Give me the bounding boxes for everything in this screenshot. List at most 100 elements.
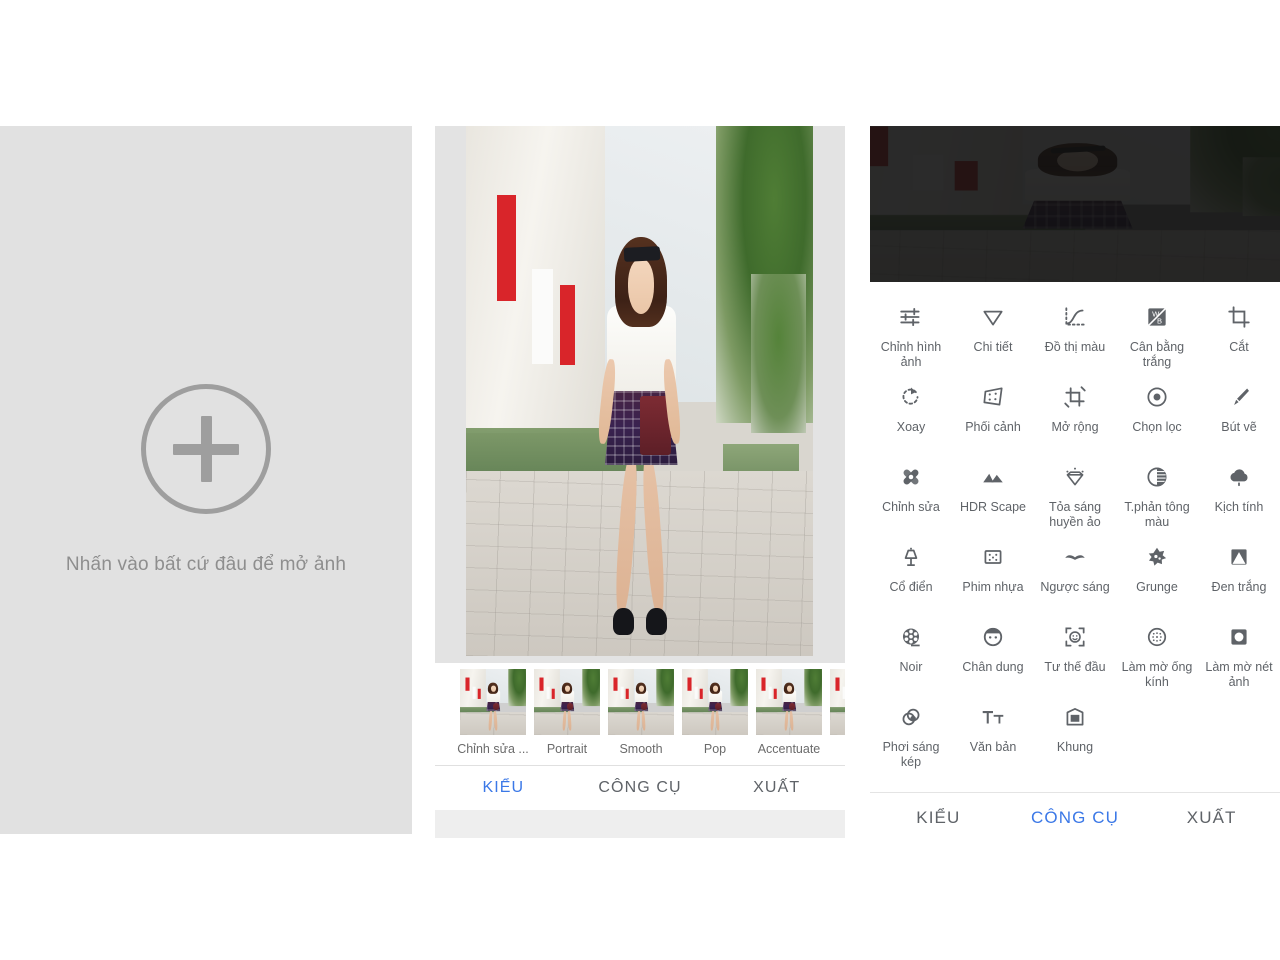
empty-photo-panel[interactable]: Nhấn vào bất cứ đâu để mở ảnh	[0, 126, 412, 834]
screenshot-stage: Nhấn vào bất cứ đâu để mở ảnh Chỉnh sửa …	[0, 0, 1280, 960]
tool-tu-the-dau[interactable]: Tư thế đầu	[1034, 612, 1116, 692]
tool-van-ban[interactable]: Văn bản	[952, 692, 1034, 772]
tool-xoay[interactable]: Xoay	[870, 372, 952, 452]
expand-icon	[1062, 382, 1088, 412]
filter-thumbnail[interactable]	[534, 669, 600, 735]
tool-label: Chi tiết	[973, 340, 1013, 354]
film-reel-icon	[898, 622, 924, 652]
filter-item[interactable]: Fade	[827, 663, 845, 756]
filter-thumbnail[interactable]	[460, 669, 526, 735]
tool-noir[interactable]: Noir	[870, 612, 952, 692]
tab-cong-cu[interactable]: CÔNG CỤ	[1007, 808, 1144, 828]
plus-circle-icon[interactable]	[141, 384, 271, 514]
tool-grunge[interactable]: Grunge	[1116, 532, 1198, 612]
filter-item[interactable]: Chỉnh sửa ...	[457, 663, 529, 756]
tool-label: Tư thế đầu	[1044, 660, 1106, 674]
filter-label: Smooth	[619, 742, 663, 756]
grid-spacer	[1116, 692, 1198, 772]
tools-photo-preview[interactable]	[870, 126, 1280, 282]
tool-toa-sang-huyen-ao[interactable]: Tỏa sáng huyền ảo	[1034, 452, 1116, 532]
photo-preview[interactable]	[466, 126, 813, 656]
filter-thumbnail[interactable]	[608, 669, 674, 735]
tool-label: Làm mờ ống kính	[1121, 660, 1193, 689]
grid-spacer	[1198, 692, 1280, 772]
tool-label: Mở rộng	[1051, 420, 1099, 434]
tab-cong-cu[interactable]: CÔNG CỤ	[572, 779, 709, 797]
tool-phoi-canh[interactable]: Phối cảnh	[952, 372, 1034, 452]
tools-panel: Chỉnh hình ảnh Chi tiết Đồ thị màu W B C…	[870, 126, 1280, 843]
tool-do-thi-mau[interactable]: Đồ thị màu	[1034, 292, 1116, 372]
filter-item[interactable]: Portrait	[531, 663, 603, 756]
text-icon	[980, 702, 1006, 732]
crop-icon	[1226, 302, 1252, 332]
white-balance-icon: W B	[1144, 302, 1170, 332]
healing-patch-icon	[898, 462, 924, 492]
tool-can-bang-trang[interactable]: W B Cân bằng trắng	[1116, 292, 1198, 372]
frame-icon	[1062, 702, 1088, 732]
filter-item[interactable]: Accentuate	[753, 663, 825, 756]
tonal-contrast-icon	[1144, 462, 1170, 492]
tool-chi-tiet[interactable]: Chi tiết	[952, 292, 1034, 372]
head-pose-icon	[1062, 622, 1088, 652]
tool-khung[interactable]: Khung	[1034, 692, 1116, 772]
tool-chan-dung[interactable]: Chân dung	[952, 612, 1034, 692]
tool-label: Cắt	[1229, 340, 1249, 354]
vignette-icon	[1226, 622, 1252, 652]
filter-label: Chỉnh sửa ...	[457, 742, 529, 756]
selective-dot-icon	[1144, 382, 1170, 412]
tool-chon-loc[interactable]: Chọn lọc	[1116, 372, 1198, 452]
filter-thumbnail[interactable]	[756, 669, 822, 735]
tool-co-dien[interactable]: Cổ điển	[870, 532, 952, 612]
filter-thumbnail[interactable]	[682, 669, 748, 735]
curve-graph-icon	[1062, 302, 1088, 332]
drama-cloud-icon	[1226, 462, 1252, 492]
filter-filmstrip[interactable]: Chỉnh sửa ... Portrait Smooth Pop Accent…	[435, 663, 845, 765]
filter-thumbnail[interactable]	[830, 669, 845, 735]
lens-blur-icon	[1144, 622, 1170, 652]
tool-chinh-sua[interactable]: Chỉnh sửa	[870, 452, 952, 532]
tool-tphan-tong-mau[interactable]: T.phản tông màu	[1116, 452, 1198, 532]
tool-lam-mo-ong-kinh[interactable]: Làm mờ ống kính	[1116, 612, 1198, 692]
tool-phim-nhua[interactable]: Phim nhựa	[952, 532, 1034, 612]
filter-label: Accentuate	[757, 742, 821, 756]
tool-lam-mo-net-anh[interactable]: Làm mờ nét ảnh	[1198, 612, 1280, 692]
tool-label: Bút vẽ	[1221, 420, 1257, 434]
tool-den-trang[interactable]: Đen trắng	[1198, 532, 1280, 612]
tab-xuat[interactable]: XUẤT	[708, 779, 845, 797]
tool-nguoc-sang[interactable]: Ngược sáng	[1034, 532, 1116, 612]
tool-label: Phim nhựa	[962, 580, 1024, 594]
mountain-icon	[980, 462, 1006, 492]
filter-item[interactable]: Smooth	[605, 663, 677, 756]
tool-mo-rong[interactable]: Mở rộng	[1034, 372, 1116, 452]
tool-phoi-sang-kep[interactable]: Phơi sáng kép	[870, 692, 952, 772]
tool-label: Phơi sáng kép	[882, 740, 940, 769]
perspective-icon	[980, 382, 1006, 412]
sliders-icon	[898, 302, 924, 332]
tool-cat[interactable]: Cắt	[1198, 292, 1280, 372]
tool-label: Đen trắng	[1211, 580, 1267, 594]
photo-image	[466, 126, 813, 656]
tool-kich-tinh[interactable]: Kịch tính	[1198, 452, 1280, 532]
tab-kieu[interactable]: KIỂU	[435, 779, 572, 797]
brush-icon	[1226, 382, 1252, 412]
tab-kieu[interactable]: KIỂU	[870, 808, 1007, 828]
double-exposure-icon	[898, 702, 924, 732]
tool-label: Grunge	[1136, 580, 1178, 594]
styles-panel: Chỉnh sửa ... Portrait Smooth Pop Accent…	[435, 126, 845, 838]
retrolux-moustache-icon	[1062, 542, 1088, 572]
tool-label: HDR Scape	[960, 500, 1026, 514]
tool-hdr-scape[interactable]: HDR Scape	[952, 452, 1034, 532]
tool-chinh-hinh-anh[interactable]: Chỉnh hình ảnh	[870, 292, 952, 372]
tool-but-ve[interactable]: Bút vẽ	[1198, 372, 1280, 452]
preview-dim-overlay	[870, 126, 1280, 282]
tool-label: Cân bằng trắng	[1129, 340, 1185, 369]
tool-label: Văn bản	[969, 740, 1017, 754]
tool-label: Làm mờ nét ảnh	[1205, 660, 1273, 689]
black-white-icon	[1226, 542, 1252, 572]
tool-label: Phối cảnh	[965, 420, 1021, 434]
grainy-film-icon	[980, 542, 1006, 572]
empty-state-hint: Nhấn vào bất cứ đâu để mở ảnh	[65, 554, 347, 575]
styles-bottom-strip	[435, 810, 845, 838]
tab-xuat[interactable]: XUẤT	[1143, 808, 1280, 828]
filter-item[interactable]: Pop	[679, 663, 751, 756]
